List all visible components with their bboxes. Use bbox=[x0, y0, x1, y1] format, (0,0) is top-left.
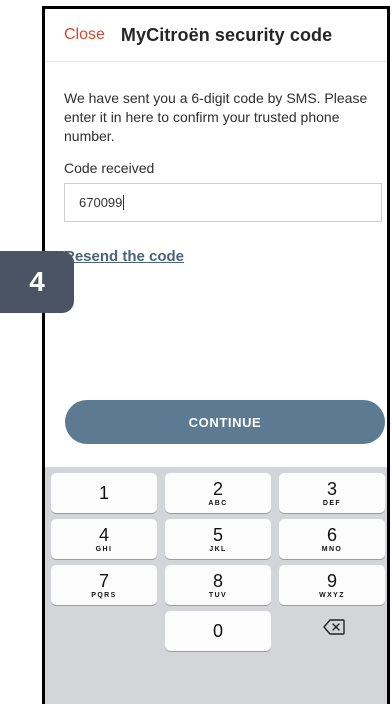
phone-screen: Close MyCitroën security code We have se… bbox=[42, 6, 390, 704]
key-letters: DEF bbox=[322, 499, 342, 507]
key-digit: 6 bbox=[326, 524, 337, 545]
header: Close MyCitroën security code bbox=[45, 9, 387, 62]
key-4[interactable]: 4 GHI bbox=[51, 519, 157, 559]
key-digit: 7 bbox=[98, 570, 109, 591]
close-link[interactable]: Close bbox=[64, 26, 105, 44]
key-digit: 4 bbox=[98, 524, 109, 545]
key-7[interactable]: 7 PQRS bbox=[51, 565, 157, 605]
code-input-value: 670099 bbox=[79, 195, 123, 210]
key-digit: 2 bbox=[212, 478, 223, 499]
key-digit: 0 bbox=[212, 621, 223, 641]
continue-button[interactable]: CONTINUE bbox=[65, 400, 385, 444]
backspace-key[interactable] bbox=[281, 609, 387, 649]
backspace-icon bbox=[323, 618, 345, 640]
key-6[interactable]: 6 MNO bbox=[279, 519, 385, 559]
key-8[interactable]: 8 TUV bbox=[165, 565, 271, 605]
page-title: MyCitroën security code bbox=[120, 24, 333, 45]
key-2[interactable]: 2 ABC bbox=[165, 473, 271, 513]
key-5[interactable]: 5 JKL bbox=[165, 519, 271, 559]
key-0[interactable]: 0 bbox=[165, 611, 271, 651]
key-digit: 3 bbox=[326, 478, 337, 499]
code-field-label: Code received bbox=[64, 160, 155, 176]
key-3[interactable]: 3 DEF bbox=[279, 473, 385, 513]
instruction-text: We have sent you a 6-digit code by SMS. … bbox=[64, 90, 368, 144]
key-letters: ABC bbox=[208, 499, 228, 507]
key-digit: 1 bbox=[98, 483, 109, 503]
key-9[interactable]: 9 WXYZ bbox=[279, 565, 385, 605]
key-letters: WXYZ bbox=[319, 591, 345, 599]
key-letters: MNO bbox=[321, 545, 343, 553]
resend-code-link[interactable]: Resend the code bbox=[64, 248, 184, 265]
numeric-keypad: 1 2 ABC 3 DEF 4 GHI 5 JKL 6 MNO 7 PQRS 8 bbox=[45, 467, 387, 704]
key-digit: 9 bbox=[326, 570, 337, 591]
key-digit: 5 bbox=[212, 524, 223, 545]
key-letters: JKL bbox=[209, 545, 227, 553]
code-input[interactable]: 670099 bbox=[64, 183, 382, 222]
step-number-badge: 4 bbox=[0, 251, 74, 313]
key-1[interactable]: 1 bbox=[51, 473, 157, 513]
key-letters: GHI bbox=[95, 545, 113, 553]
text-caret bbox=[123, 195, 125, 210]
key-letters: PQRS bbox=[91, 591, 117, 599]
key-letters: TUV bbox=[208, 591, 228, 599]
key-digit: 8 bbox=[212, 570, 223, 591]
